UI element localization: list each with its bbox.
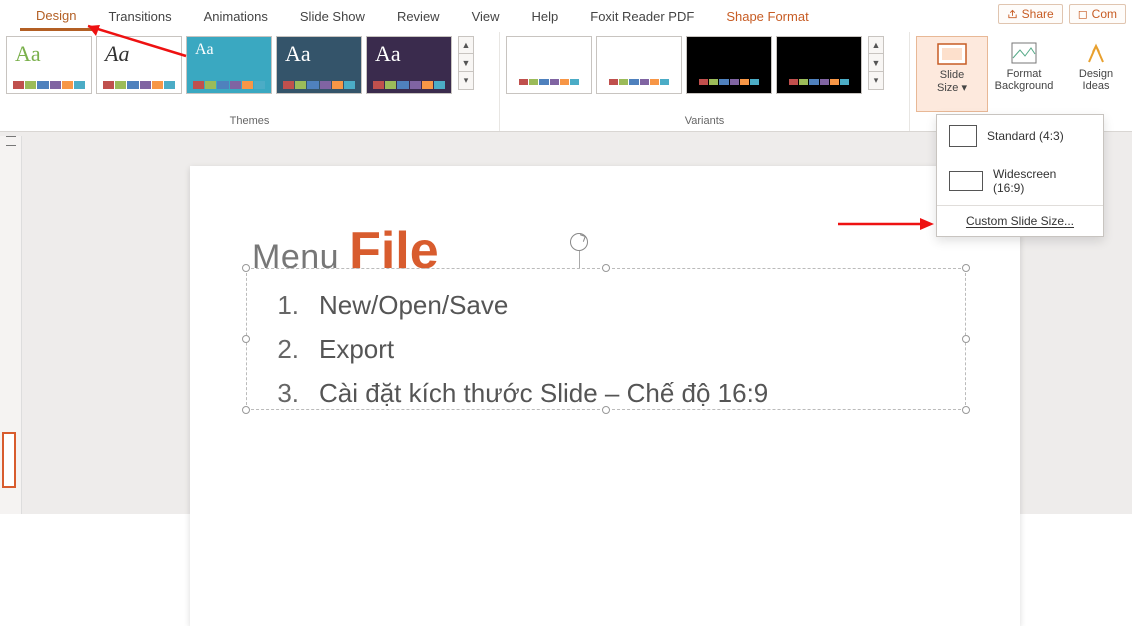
tab-design[interactable]: Design bbox=[20, 2, 92, 31]
gallery-down-button[interactable]: ▼ bbox=[868, 54, 884, 72]
tab-help[interactable]: Help bbox=[516, 3, 575, 29]
theme-aa: Aa bbox=[375, 41, 401, 67]
slide-size-line1: Slide bbox=[940, 69, 964, 81]
gallery-up-button[interactable]: ▲ bbox=[868, 36, 884, 54]
gallery-more-button[interactable]: ▾ bbox=[868, 72, 884, 90]
tab-review[interactable]: Review bbox=[381, 3, 456, 29]
gallery-up-button[interactable]: ▲ bbox=[458, 36, 474, 54]
slide-size-widescreen[interactable]: Widescreen (16:9) bbox=[937, 157, 1103, 205]
format-background-icon bbox=[1009, 42, 1039, 64]
comments-label: Com bbox=[1092, 7, 1117, 21]
tab-animations[interactable]: Animations bbox=[188, 3, 284, 29]
format-background-button[interactable]: Format Background bbox=[988, 36, 1060, 112]
ratio-4-3-icon bbox=[949, 125, 977, 147]
share-button[interactable]: Share bbox=[998, 4, 1063, 24]
slide-size-custom[interactable]: Custom Slide Size... bbox=[937, 206, 1103, 236]
standard-label: Standard (4:3) bbox=[987, 129, 1064, 143]
tab-transitions[interactable]: Transitions bbox=[92, 3, 187, 29]
top-actions: Share ◻ Com bbox=[998, 4, 1126, 24]
slide-size-dropdown: Standard (4:3) Widescreen (16:9) Custom … bbox=[936, 114, 1104, 237]
slide-thumbnail[interactable] bbox=[2, 432, 16, 488]
slide-size-line2: Size bbox=[937, 82, 958, 94]
share-icon bbox=[1007, 9, 1018, 20]
variant-thumb[interactable] bbox=[776, 36, 862, 94]
variants-gallery-controls: ▲ ▼ ▾ bbox=[868, 36, 884, 90]
variants-group-label: Variants bbox=[506, 113, 903, 129]
resize-handle[interactable] bbox=[602, 264, 610, 272]
custom-size-label: Custom Slide Size... bbox=[966, 214, 1074, 228]
design-ideas-line1: Design bbox=[1079, 68, 1113, 80]
tab-view[interactable]: View bbox=[456, 3, 516, 29]
resize-handle[interactable] bbox=[602, 406, 610, 414]
resize-handle[interactable] bbox=[962, 406, 970, 414]
comments-button[interactable]: ◻ Com bbox=[1069, 4, 1126, 24]
slide-size-standard[interactable]: Standard (4:3) bbox=[937, 115, 1103, 157]
theme-aa: Aa bbox=[195, 41, 214, 59]
theme-aa: Aa bbox=[15, 41, 41, 67]
slide-canvas[interactable]: Menu File 1.New/Open/Save 2.Export 3.Cài… bbox=[190, 166, 1020, 626]
resize-handle[interactable] bbox=[242, 264, 250, 272]
slide-size-icon bbox=[937, 43, 967, 65]
tab-shape-format[interactable]: Shape Format bbox=[710, 3, 824, 29]
ratio-16-9-icon bbox=[949, 171, 983, 191]
theme-thumb[interactable]: Aa bbox=[186, 36, 272, 94]
content-textbox[interactable]: 1.New/Open/Save 2.Export 3.Cài đặt kích … bbox=[246, 268, 966, 410]
theme-thumb[interactable]: Aa bbox=[6, 36, 92, 94]
variant-thumb[interactable] bbox=[596, 36, 682, 94]
themes-gallery: Aa Aa Aa Aa Aa ▲ ▼ ▾ bbox=[6, 36, 493, 94]
list-item: 2.Export bbox=[275, 327, 945, 371]
tab-foxit-reader-pdf[interactable]: Foxit Reader PDF bbox=[574, 3, 710, 29]
chevron-down-icon: ▾ bbox=[961, 82, 967, 94]
slide-size-button[interactable]: Slide Size ▾ bbox=[916, 36, 988, 112]
list-item: 3.Cài đặt kích thước Slide – Chế độ 16:9 bbox=[275, 371, 945, 415]
theme-aa: Aa bbox=[285, 41, 311, 67]
resize-handle[interactable] bbox=[962, 264, 970, 272]
design-ideas-line2: Ideas bbox=[1083, 80, 1110, 92]
variants-gallery: ▲ ▼ ▾ bbox=[506, 36, 903, 94]
format-bg-line1: Format bbox=[1007, 68, 1042, 80]
theme-thumb[interactable]: Aa bbox=[366, 36, 452, 94]
bullet-list: 1.New/Open/Save 2.Export 3.Cài đặt kích … bbox=[247, 269, 965, 416]
widescreen-label: Widescreen (16:9) bbox=[993, 167, 1091, 195]
variant-thumb[interactable] bbox=[686, 36, 772, 94]
design-ideas-button[interactable]: Design Ideas bbox=[1060, 36, 1132, 112]
gallery-down-button[interactable]: ▼ bbox=[458, 54, 474, 72]
resize-handle[interactable] bbox=[242, 335, 250, 343]
resize-handle[interactable] bbox=[242, 406, 250, 414]
ruler-marker bbox=[6, 136, 16, 146]
gallery-more-button[interactable]: ▾ bbox=[458, 72, 474, 90]
theme-thumb[interactable]: Aa bbox=[96, 36, 182, 94]
rotate-handle[interactable] bbox=[570, 233, 588, 269]
comment-left-icon: ◻ bbox=[1078, 7, 1088, 21]
list-item: 1.New/Open/Save bbox=[275, 283, 945, 327]
themes-gallery-controls: ▲ ▼ ▾ bbox=[458, 36, 474, 90]
rotate-icon bbox=[570, 233, 588, 251]
format-bg-line2: Background bbox=[995, 80, 1054, 92]
theme-thumb[interactable]: Aa bbox=[276, 36, 362, 94]
design-ideas-icon bbox=[1081, 42, 1111, 64]
ribbon-tabs: Design Transitions Animations Slide Show… bbox=[0, 0, 1132, 32]
resize-handle[interactable] bbox=[962, 335, 970, 343]
variant-thumb[interactable] bbox=[506, 36, 592, 94]
theme-aa: Aa bbox=[105, 41, 129, 67]
themes-group-label: Themes bbox=[6, 113, 493, 129]
share-label: Share bbox=[1022, 7, 1054, 21]
tab-slide-show[interactable]: Slide Show bbox=[284, 3, 381, 29]
